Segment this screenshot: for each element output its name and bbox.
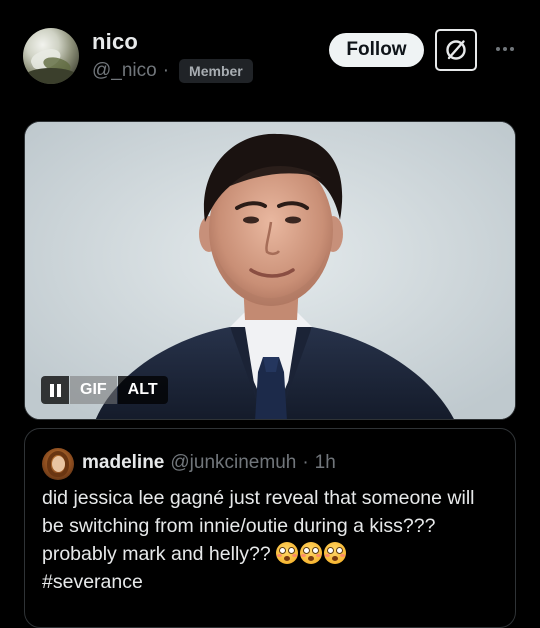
more-options-button[interactable] [490, 38, 520, 60]
author-handle[interactable]: @_nico [92, 60, 157, 82]
flushed-face-emoji-icon [300, 542, 323, 564]
more-icon-dot [503, 47, 507, 51]
media-controls: GIF ALT [41, 376, 168, 404]
quoted-author-name[interactable]: madeline [82, 452, 164, 474]
avatar-detail [52, 456, 65, 472]
quoted-post-header: madeline @junkcinemuh · 1h [82, 448, 336, 478]
flushed-face-emoji-icon [276, 542, 299, 564]
grok-icon [446, 40, 466, 60]
quoted-separator: · [302, 452, 309, 473]
follow-button[interactable]: Follow [329, 33, 424, 67]
pause-icon [49, 383, 54, 397]
pause-button[interactable] [41, 376, 69, 404]
author-avatar[interactable] [23, 28, 79, 84]
gif-badge: GIF [70, 376, 117, 404]
quoted-timestamp[interactable]: 1h [315, 452, 336, 474]
more-icon-dot [510, 47, 514, 51]
more-icon [496, 47, 500, 51]
avatar-detail [25, 68, 77, 84]
quoted-post-text: did jessica lee gagné just reveal that s… [42, 484, 482, 596]
quoted-post-body: did jessica lee gagné just reveal that s… [42, 487, 480, 565]
grok-button[interactable] [435, 29, 477, 71]
author-handle-row: @_nico · Member [92, 58, 253, 84]
hashtag-link[interactable]: #severance [42, 571, 143, 593]
alt-text-button[interactable]: ALT [117, 376, 168, 404]
quoted-author-avatar[interactable] [42, 448, 74, 480]
member-badge: Member [179, 59, 253, 83]
handle-separator: · [162, 60, 170, 81]
flushed-face-emoji-icon [324, 542, 347, 564]
pause-icon-bar [56, 383, 61, 397]
quoted-author-handle[interactable]: @junkcinemuh [170, 452, 296, 474]
author-display-name[interactable]: nico [92, 29, 138, 55]
